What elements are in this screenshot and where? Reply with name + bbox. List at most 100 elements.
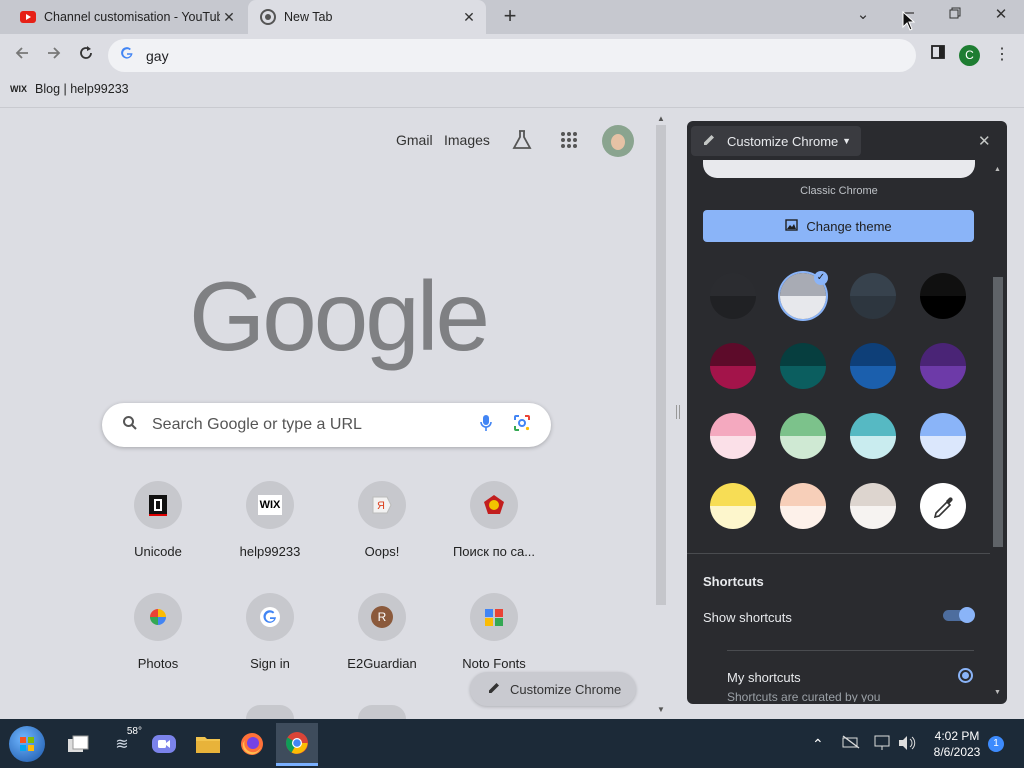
theme-swatch[interactable] [850, 343, 896, 389]
weather-widget[interactable]: ≋ 58° [104, 726, 142, 762]
tab-youtube[interactable]: Channel customisation - YouTube ✕ [8, 0, 246, 34]
shortcut-label: help99233 [239, 544, 301, 559]
start-button[interactable] [9, 726, 45, 762]
shortcut-photos[interactable]: Photos [108, 593, 208, 671]
theme-swatch[interactable] [850, 483, 896, 529]
show-shortcuts-toggle[interactable] [943, 607, 975, 623]
shortcut-tile [134, 593, 182, 641]
scrollbar-thumb[interactable] [993, 277, 1003, 547]
customize-chrome-label: Customize Chrome [510, 681, 622, 697]
chrome-icon [260, 9, 276, 25]
theme-swatch[interactable] [850, 413, 896, 459]
custom-color-theme[interactable] [920, 483, 966, 529]
address-text: gay [146, 47, 169, 64]
shortcut-label: Photos [137, 656, 179, 671]
shortcut-tile-partial [358, 705, 406, 719]
shortcut-sign-in[interactable]: Sign in [220, 593, 320, 671]
mouse-cursor-icon [902, 10, 916, 36]
account-avatar[interactable] [602, 125, 634, 157]
close-tab-icon[interactable]: ✕ [460, 9, 478, 26]
reload-button[interactable] [74, 44, 98, 68]
page-scrollbar[interactable]: ▲ ▼ [653, 109, 669, 719]
scroll-down-arrow[interactable]: ▼ [994, 689, 1001, 696]
back-button[interactable] [10, 44, 34, 68]
shortcut-tile: Я [358, 481, 406, 529]
video-call-icon[interactable] [146, 726, 182, 762]
wix-icon: WIX [257, 495, 283, 515]
shortcut-search-site[interactable]: Поиск по са... [444, 481, 544, 559]
scrollbar-thumb[interactable] [656, 125, 666, 605]
svg-text:Я: Я [377, 500, 385, 512]
side-panel-resize-handle[interactable] [669, 109, 687, 719]
shortcut-label: Noto Fonts [462, 656, 526, 671]
restore-button[interactable] [932, 0, 978, 32]
panel-scrollbar[interactable]: ▲ ▼ [992, 164, 1004, 702]
search-box[interactable]: Search Google or type a URL [102, 403, 551, 447]
firefox-icon[interactable] [234, 726, 270, 762]
theme-swatch[interactable] [920, 343, 966, 389]
labs-icon[interactable] [511, 129, 533, 156]
shortcut-noto-fonts[interactable]: Noto Fonts [444, 593, 544, 671]
classic-chrome-label: Classic Chrome [800, 185, 878, 197]
theme-swatch[interactable] [710, 413, 756, 459]
menu-icon[interactable]: ⋮ [990, 44, 1014, 68]
bookmark-blog[interactable]: WIX Blog | help99233 [10, 82, 129, 96]
scroll-up-arrow[interactable]: ▲ [657, 114, 665, 123]
images-link[interactable]: Images [444, 132, 490, 148]
customize-chrome-button[interactable]: Customize Chrome [470, 672, 636, 706]
lens-icon[interactable] [513, 414, 531, 437]
apps-grid-icon[interactable] [560, 131, 578, 154]
forward-button[interactable] [42, 44, 66, 68]
show-shortcuts-label: Show shortcuts [703, 610, 792, 625]
google-g-icon [120, 46, 134, 65]
letter-r-icon: R [371, 606, 393, 628]
eyedropper-icon [933, 497, 953, 519]
task-view-icon[interactable] [60, 726, 96, 762]
shortcuts-heading: Shortcuts [703, 574, 764, 589]
notification-badge[interactable]: 1 [988, 736, 1004, 752]
shortcut-help99233[interactable]: WIX help99233 [220, 481, 320, 559]
close-panel-icon[interactable]: ✕ [978, 132, 991, 150]
theme-swatch[interactable] [850, 273, 896, 319]
shortcut-oops[interactable]: Я Oops! [332, 481, 432, 559]
action-center-display-icon[interactable] [874, 735, 892, 756]
classic-chrome-preview[interactable] [703, 160, 975, 178]
weather-temp: 58° [126, 726, 142, 737]
bookmarks-bar [0, 76, 1024, 108]
new-tab-button[interactable]: + [498, 5, 522, 29]
shortcut-e2guardian[interactable]: R E2Guardian [332, 593, 432, 671]
close-tab-icon[interactable]: ✕ [220, 9, 238, 26]
tab-search-icon[interactable]: ⌄ [840, 0, 886, 32]
panel-title-dropdown[interactable]: Customize Chrome ▼ [691, 126, 861, 156]
my-shortcuts-radio[interactable] [958, 668, 973, 683]
theme-swatch[interactable] [780, 413, 826, 459]
theme-swatch[interactable] [780, 483, 826, 529]
theme-swatch[interactable] [710, 483, 756, 529]
change-theme-button[interactable]: Change theme [703, 210, 974, 242]
theme-swatch[interactable] [710, 273, 756, 319]
clock[interactable]: 4:02 PM 8/6/2023 [930, 728, 984, 760]
theme-swatch[interactable] [920, 413, 966, 459]
network-icon[interactable] [842, 735, 860, 754]
scroll-down-arrow[interactable]: ▼ [657, 705, 665, 714]
theme-swatch[interactable] [780, 343, 826, 389]
selected-check-icon: ✓ [814, 271, 828, 285]
dropdown-arrow-icon: ▼ [842, 136, 851, 146]
taskbar-chrome-active[interactable] [276, 723, 318, 766]
close-window-button[interactable]: ✕ [978, 0, 1024, 32]
profile-avatar[interactable]: C [959, 45, 980, 66]
gmail-link[interactable]: Gmail [396, 132, 433, 148]
theme-swatch[interactable] [710, 343, 756, 389]
scroll-up-arrow[interactable]: ▲ [994, 166, 1001, 173]
voice-search-icon[interactable] [479, 414, 493, 437]
file-explorer-icon[interactable] [190, 726, 226, 762]
show-hidden-icons-icon[interactable]: ⌃ [812, 736, 824, 753]
tab-new-tab[interactable]: New Tab ✕ [248, 0, 486, 34]
side-panel-icon[interactable] [926, 44, 950, 68]
address-bar[interactable]: gay [108, 39, 916, 72]
bookmark-label: Blog | help99233 [35, 82, 129, 96]
volume-icon[interactable] [898, 735, 916, 756]
shortcut-tile [470, 593, 518, 641]
theme-swatch[interactable] [920, 273, 966, 319]
shortcut-unicode[interactable]: Unicode [108, 481, 208, 559]
